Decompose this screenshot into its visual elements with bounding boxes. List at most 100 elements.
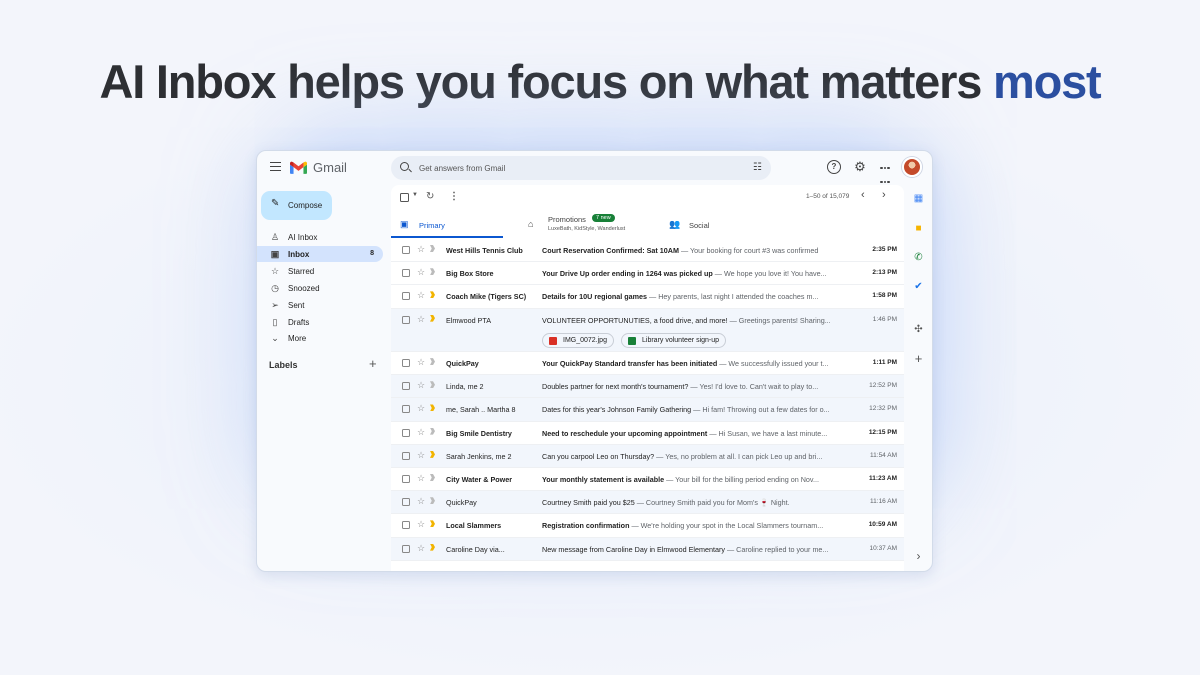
search-icon[interactable] <box>400 162 409 171</box>
row-checkbox[interactable] <box>402 292 410 301</box>
sidebar-item-label: Inbox <box>288 249 310 259</box>
star-icon[interactable]: ☆ <box>417 403 425 414</box>
addons-icon[interactable]: ✣ <box>913 324 924 335</box>
add-icon[interactable]: + <box>913 352 924 365</box>
row-checkbox[interactable] <box>402 315 410 324</box>
row-checkbox[interactable] <box>402 246 410 254</box>
row-checkbox[interactable] <box>402 498 410 507</box>
important-marker-icon[interactable] <box>430 474 439 481</box>
row-checkbox[interactable] <box>402 382 410 391</box>
tab-social[interactable]: 👥 Social <box>663 212 773 238</box>
select-all-checkbox[interactable] <box>400 193 409 202</box>
email-sender: Linda, me 2 <box>446 382 484 392</box>
star-icon[interactable]: ☆ <box>417 427 425 438</box>
important-marker-icon[interactable] <box>430 381 439 388</box>
email-subject: Courtney Smith paid you $25 <box>542 498 635 508</box>
menu-icon[interactable] <box>270 162 281 171</box>
important-marker-icon[interactable] <box>430 497 439 504</box>
pagination-text: 1–50 of 15,079 <box>806 193 850 200</box>
important-marker-icon[interactable] <box>430 544 439 551</box>
important-marker-icon[interactable] <box>430 245 439 252</box>
email-row[interactable]: ☆ Caroline Day via... New message from Car… <box>391 537 904 561</box>
search-options-icon[interactable]: ☷ <box>753 162 762 174</box>
important-marker-icon[interactable] <box>430 451 439 458</box>
promotions-senders: LuxeBath, KidStyle, Wanderlust <box>548 226 626 232</box>
star-icon[interactable]: ☆ <box>417 267 425 278</box>
sidebar-item-more[interactable]: ⌄ More <box>257 330 383 346</box>
tab-promotions-label: Promotions <box>548 215 586 224</box>
row-checkbox[interactable] <box>402 544 410 553</box>
important-marker-icon[interactable] <box>430 315 439 322</box>
settings-gear-icon[interactable]: ⚙ <box>853 160 867 174</box>
sidebar-item-drafts[interactable]: ▯ Drafts <box>257 314 383 330</box>
email-time: 12:52 PM <box>869 382 897 390</box>
email-row[interactable]: ☆ QuickPay Courtney Smith paid you $25 — C… <box>391 491 904 515</box>
add-label-icon[interactable]: + <box>369 356 377 371</box>
expand-panel-icon[interactable]: › <box>913 550 924 562</box>
email-row[interactable]: ☆ Elmwood PTA VOLUNTEER OPPORTUNUTIES, a f… <box>391 308 904 353</box>
star-icon[interactable]: ☆ <box>417 380 425 391</box>
sidebar-item-sent[interactable]: ➢ Sent <box>257 297 383 313</box>
important-marker-icon[interactable] <box>430 404 439 411</box>
calendar-icon[interactable]: ▦ <box>913 193 924 204</box>
row-checkbox[interactable] <box>402 521 410 530</box>
star-icon[interactable]: ☆ <box>417 244 425 255</box>
row-checkbox[interactable] <box>402 359 410 368</box>
star-icon[interactable]: ☆ <box>417 290 425 301</box>
email-sender: Local Slammers <box>446 521 502 531</box>
prev-page-icon[interactable]: ‹ <box>861 189 865 201</box>
email-row[interactable]: ☆ Local Slammers Registration confirmation… <box>391 514 904 538</box>
keep-icon[interactable]: ■ <box>913 223 924 234</box>
refresh-icon[interactable]: ↻ <box>426 191 434 202</box>
email-row[interactable]: ☆ Big Box Store Your Drive Up order ending… <box>391 262 904 286</box>
star-icon[interactable]: ☆ <box>417 496 425 507</box>
attachment-chip[interactable]: IMG_0072.jpg <box>542 332 614 348</box>
star-icon[interactable]: ☆ <box>417 357 425 368</box>
tab-promotions[interactable]: ⌂ Promotions 7 new LuxeBath, KidStyle, W… <box>521 212 651 238</box>
important-marker-icon[interactable] <box>430 520 439 527</box>
sidebar-item-starred[interactable]: ☆ Starred <box>257 263 383 279</box>
apps-grid-icon[interactable] <box>878 160 892 198</box>
email-row[interactable]: ☆ West Hills Tennis Club Court Reservation… <box>391 239 904 263</box>
sidebar-item-snoozed[interactable]: ◷ Snoozed <box>257 280 383 296</box>
important-marker-icon[interactable] <box>430 358 439 365</box>
tasks-icon[interactable]: ✔ <box>913 281 924 292</box>
help-icon[interactable]: ? <box>827 160 841 174</box>
tab-primary[interactable]: ▣ Primary <box>391 212 503 238</box>
important-marker-icon[interactable] <box>430 428 439 435</box>
gmail-brand[interactable]: Gmail <box>313 160 347 175</box>
account-avatar[interactable] <box>902 157 922 177</box>
email-sender: Big Smile Dentistry <box>446 428 512 438</box>
select-caret-icon[interactable]: ▼ <box>412 192 418 198</box>
search-bar[interactable]: ☷ <box>391 156 771 180</box>
more-vert-icon[interactable]: ⋮ <box>449 191 459 202</box>
attachment-chip[interactable]: Library volunteer sign-up <box>621 332 727 348</box>
email-row[interactable]: ☆ Coach Mike (Tigers SC) Details for 10U r… <box>391 285 904 309</box>
next-page-icon[interactable]: › <box>882 189 886 201</box>
sidebar-item-ai-inbox[interactable]: ♙ AI Inbox <box>257 229 383 245</box>
email-row[interactable]: ☆ Linda, me 2 Doubles partner for next mon… <box>391 375 904 399</box>
email-row[interactable]: ☆ City Water & Power Your monthly statemen… <box>391 468 904 492</box>
search-input[interactable] <box>419 159 719 177</box>
star-icon[interactable]: ☆ <box>417 450 425 461</box>
important-marker-icon[interactable] <box>430 268 439 275</box>
row-checkbox[interactable] <box>402 269 410 278</box>
star-icon[interactable]: ☆ <box>417 473 425 484</box>
row-checkbox[interactable] <box>402 428 410 437</box>
email-row[interactable]: ☆ Big Smile Dentistry Need to reschedule y… <box>391 421 904 445</box>
row-checkbox[interactable] <box>402 405 410 414</box>
email-row[interactable]: ☆ QuickPay Your QuickPay Standard transfer… <box>391 352 904 376</box>
compose-button[interactable]: ✎ Compose <box>261 191 332 220</box>
sidebar-item-inbox[interactable]: ▣ Inbox 8 <box>257 245 383 262</box>
meet-icon[interactable]: ✆ <box>913 252 924 263</box>
inbox-tab-icon: ▣ <box>400 219 409 229</box>
tag-icon: ⌂ <box>528 219 534 229</box>
email-row[interactable]: ☆ me, Sarah .. Martha 8 Dates for this yea… <box>391 398 904 422</box>
row-checkbox[interactable] <box>402 475 410 483</box>
email-row[interactable]: ☆ Sarah Jenkins, me 2 Can you carpool Leo … <box>391 444 904 468</box>
star-icon[interactable]: ☆ <box>417 543 425 554</box>
star-icon[interactable]: ☆ <box>417 519 425 530</box>
row-checkbox[interactable] <box>402 451 410 460</box>
star-icon[interactable]: ☆ <box>417 314 425 325</box>
important-marker-icon[interactable] <box>430 291 439 298</box>
